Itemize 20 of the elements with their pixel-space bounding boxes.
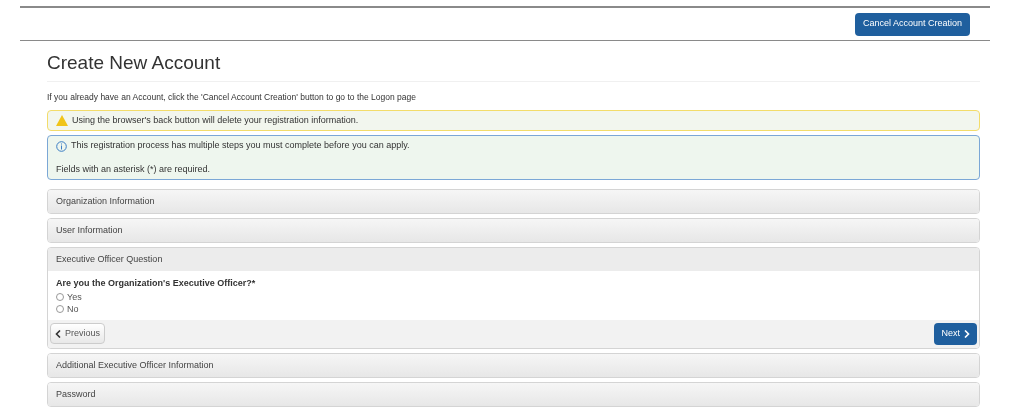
- chevron-right-icon: [964, 329, 970, 338]
- next-button[interactable]: Next: [934, 322, 977, 345]
- intro-text: If you already have an Account, click the 'Cancel Account Creation' button to go to the Logon page: [47, 91, 417, 104]
- section-header[interactable]: Additional Executive Officer Information: [48, 353, 979, 377]
- alert-text: Using the browser's back button will delete your registration information.: [72, 113, 359, 127]
- radio-option[interactable]: Yes: [56, 290, 971, 303]
- section-header[interactable]: Organization Information: [48, 190, 979, 214]
- previous-button[interactable]: Previous: [50, 323, 105, 345]
- question-label: Are you the Organization's Executive Officer?*: [56, 277, 257, 291]
- alert-text: This registration process has multiple steps you must complete before you can apply.: [71, 139, 410, 153]
- radio-option[interactable]: No: [56, 302, 971, 315]
- warning-icon: [56, 115, 68, 126]
- alert-text: Fields with an asterisk (*) are required.: [56, 162, 211, 176]
- chevron-left-icon: [55, 329, 61, 338]
- section-header[interactable]: Executive Officer Question: [48, 248, 979, 272]
- cancel-account-creation-button[interactable]: Cancel Account Creation: [854, 12, 970, 36]
- section-header[interactable]: User Information: [48, 219, 979, 243]
- section-header[interactable]: Password: [48, 382, 979, 406]
- page-title: Create New Account: [47, 51, 222, 75]
- info-icon: [56, 140, 67, 152]
